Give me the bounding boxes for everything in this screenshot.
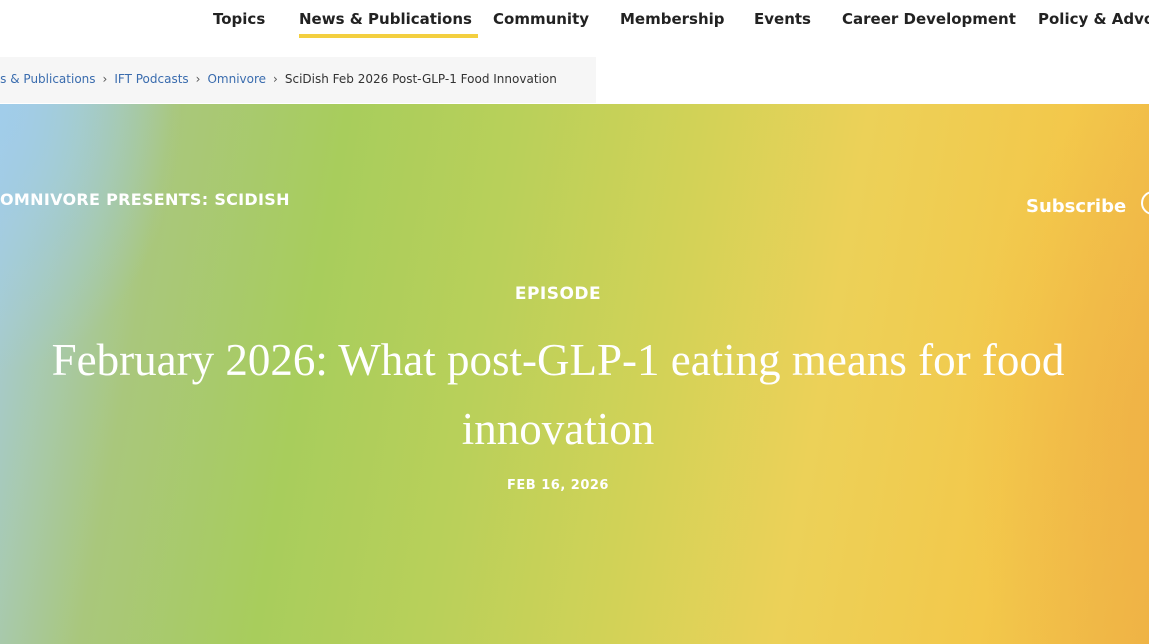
subscribe-button[interactable]: Subscribe xyxy=(1026,196,1126,217)
circle-icon[interactable] xyxy=(1141,191,1149,215)
page: Topics News & Publications Community Mem… xyxy=(0,0,1149,644)
episode-title: February 2026: What post-GLP-1 eating me… xyxy=(51,335,1065,454)
episode-date: FEB 16, 2026 xyxy=(507,478,609,493)
breadcrumb-omnivore[interactable]: Omnivore xyxy=(207,72,266,86)
nav-item-career-development[interactable]: Career Development xyxy=(842,10,1016,28)
series-kicker[interactable]: OMNIVORE PRESENTS: SCIDISH xyxy=(0,190,290,209)
nav-item-community[interactable]: Community xyxy=(493,10,589,28)
nav-item-policy-advocacy[interactable]: Policy & Advoc xyxy=(1038,10,1149,28)
breadcrumb-separator: › xyxy=(102,72,108,86)
breadcrumb-trail: News & Publications › IFT Podcasts › Omnivor… xyxy=(0,72,557,86)
episode-label: EPISODE xyxy=(514,284,602,304)
nav-item-events[interactable]: Events xyxy=(754,10,811,28)
breadcrumb-news-publications[interactable]: News & Publications xyxy=(0,72,96,86)
breadcrumb: News & Publications › IFT Podcasts › Omnivor… xyxy=(0,57,596,103)
breadcrumb-separator: › xyxy=(195,72,201,86)
episode-hero-banner: OMNIVORE PRESENTS: SCIDISH Subscribe EPI… xyxy=(0,104,1149,644)
nav-item-membership[interactable]: Membership xyxy=(620,10,725,28)
top-navigation: Topics News & Publications Community Mem… xyxy=(0,0,1149,56)
breadcrumb-separator: › xyxy=(273,72,278,86)
nav-item-topics[interactable]: Topics xyxy=(213,10,265,28)
breadcrumb-ift-podcasts[interactable]: IFT Podcasts xyxy=(114,72,188,86)
nav-item-news-publications[interactable]: News & Publications xyxy=(299,10,478,38)
breadcrumb-current-page: SciDish Feb 2026 Post-GLP-1 Food Innovat… xyxy=(284,72,557,86)
